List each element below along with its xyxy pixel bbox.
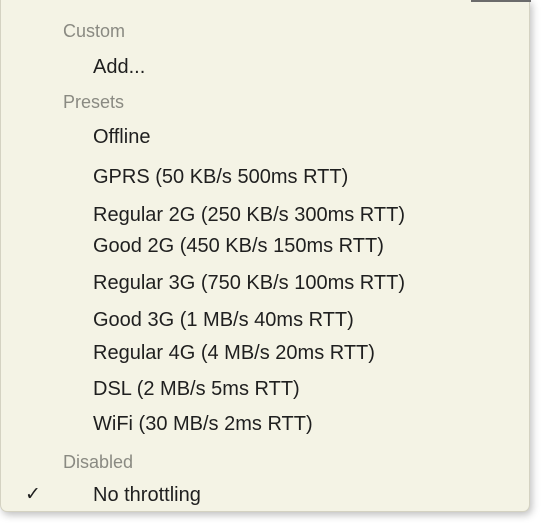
menu-item-gprs[interactable]: GPRS (50 KB/s 500ms RTT) [93,162,348,192]
menu-item-dsl[interactable]: DSL (2 MB/s 5ms RTT) [93,374,300,404]
menu-top-edge [471,0,531,2]
menu-item-wifi[interactable]: WiFi (30 MB/s 2ms RTT) [93,409,313,439]
network-throttling-menu: Custom Add... Presets Offline GPRS (50 K… [0,0,531,512]
menu-item-regular-4g[interactable]: Regular 4G (4 MB/s 20ms RTT) [93,338,375,368]
menu-item-no-throttling[interactable]: No throttling [93,480,201,510]
menu-item-good-2g[interactable]: Good 2G (450 KB/s 150ms RTT) [93,231,384,261]
menu-item-add[interactable]: Add... [93,52,145,82]
checkmark-icon: ✓ [25,484,41,505]
menu-item-good-3g[interactable]: Good 3G (1 MB/s 40ms RTT) [93,305,354,335]
section-header-presets: Presets [63,92,125,112]
menu-item-regular-3g[interactable]: Regular 3G (750 KB/s 100ms RTT) [93,268,405,298]
menu-item-offline[interactable]: Offline [93,122,150,152]
menu-item-regular-2g[interactable]: Regular 2G (250 KB/s 300ms RTT) [93,200,405,230]
section-header-disabled: Disabled [63,452,134,472]
section-header-custom: Custom [63,21,126,41]
